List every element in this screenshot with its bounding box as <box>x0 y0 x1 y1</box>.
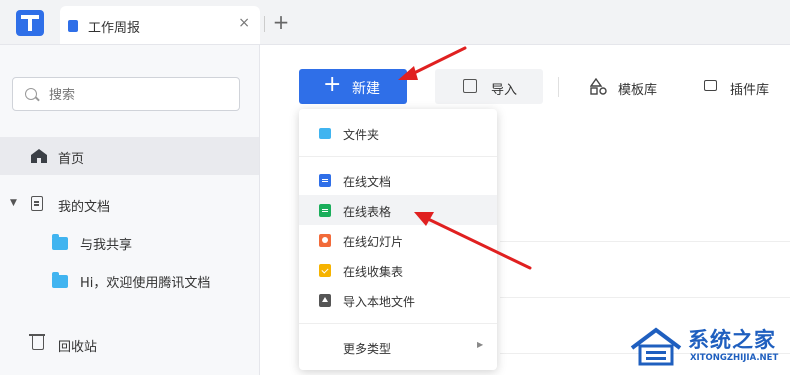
import-button[interactable]: 导入 <box>435 69 543 104</box>
menu-item-label: 在线表格 <box>343 205 392 219</box>
watermark-title: 系统之家 <box>688 328 776 352</box>
plugin-library-label: 插件库 <box>730 83 770 98</box>
plugin-library-button[interactable]: 插件库 <box>700 69 790 104</box>
import-button-label: 导入 <box>491 83 518 98</box>
sidebar-item-trash[interactable]: 回收站 <box>0 325 259 363</box>
doc-icon <box>319 174 331 187</box>
form-icon <box>319 264 331 277</box>
sidebar-item-welcome-folder[interactable]: Hi，欢迎使用腾讯文档 <box>0 261 259 299</box>
house-logo-icon <box>630 327 682 366</box>
new-button[interactable]: + 新建 <box>299 69 407 104</box>
trash-icon <box>29 334 45 350</box>
menu-item-label: 更多类型 <box>343 342 392 356</box>
search-box[interactable] <box>12 77 240 111</box>
document-icon <box>68 20 78 32</box>
app-logo-icon[interactable] <box>16 10 44 36</box>
plugin-icon <box>704 80 717 91</box>
search-input[interactable] <box>47 86 227 103</box>
site-watermark: 系统之家 XITONGZHIJIA.NET <box>628 322 788 372</box>
list-divider <box>500 241 790 242</box>
menu-item-label: 在线文档 <box>343 175 392 189</box>
new-menu-dropdown: 文件夹 在线文档 在线表格 在线幻灯片 在线收集表 导入本地文件 更多类型 ▶ <box>299 109 497 370</box>
menu-item-label: 在线收集表 <box>343 265 404 279</box>
menu-item-label: 在线幻灯片 <box>343 235 404 249</box>
menu-item-online-slides[interactable]: 在线幻灯片 <box>299 225 497 255</box>
slides-icon <box>319 234 331 247</box>
menu-item-folder[interactable]: 文件夹 <box>299 118 497 148</box>
menu-item-online-doc[interactable]: 在线文档 <box>299 165 497 195</box>
folder-icon <box>319 128 331 139</box>
template-library-label: 模板库 <box>618 83 658 98</box>
chevron-right-icon: ▶ <box>477 340 484 349</box>
tab-title: 工作周报 <box>88 21 141 36</box>
menu-item-more-types[interactable]: 更多类型 ▶ <box>299 332 497 362</box>
new-tab-button[interactable]: + <box>270 10 292 34</box>
sidebar-item-home[interactable]: 首页 <box>0 137 259 175</box>
sidebar-item-shared[interactable]: 与我共享 <box>0 223 259 261</box>
menu-item-label: 导入本地文件 <box>343 295 416 309</box>
sidebar-item-my-docs[interactable]: ▼ 我的文档 <box>0 185 259 223</box>
tab-divider <box>264 16 265 32</box>
tab-work-weekly[interactable]: 工作周报 × <box>60 6 260 44</box>
menu-item-online-form[interactable]: 在线收集表 <box>299 255 497 285</box>
toolbar-divider <box>558 77 559 97</box>
sidebar-item-label: 与我共享 <box>80 238 133 253</box>
menu-item-import-local[interactable]: 导入本地文件 <box>299 285 497 315</box>
shared-folder-icon <box>52 234 68 250</box>
sidebar-item-label: 我的文档 <box>58 200 111 215</box>
list-divider <box>500 297 790 298</box>
document-outline-icon <box>31 196 43 211</box>
menu-item-online-sheet[interactable]: 在线表格 <box>299 195 497 225</box>
watermark-subtitle: XITONGZHIJIA.NET <box>690 353 779 363</box>
menu-divider <box>299 323 497 324</box>
folder-icon <box>52 272 68 288</box>
sidebar: 首页 ▼ 我的文档 与我共享 Hi，欢迎使用腾讯文档 回收站 <box>0 45 260 375</box>
menu-divider <box>299 156 497 157</box>
import-icon <box>463 79 477 93</box>
home-icon <box>31 149 47 163</box>
sidebar-item-label: 首页 <box>58 152 85 167</box>
shapes-icon <box>590 78 607 95</box>
menu-item-label: 文件夹 <box>343 128 380 142</box>
tab-bar: 工作周报 × + <box>0 0 790 45</box>
search-icon <box>25 88 37 100</box>
caret-down-icon[interactable]: ▼ <box>10 198 17 208</box>
sidebar-item-label: 回收站 <box>58 340 98 355</box>
sidebar-item-label: Hi，欢迎使用腾讯文档 <box>80 276 211 291</box>
close-icon[interactable]: × <box>238 15 250 31</box>
upload-icon <box>319 294 331 307</box>
new-button-label: 新建 <box>352 81 380 97</box>
template-library-button[interactable]: 模板库 <box>590 69 690 104</box>
sheet-icon <box>319 204 331 217</box>
plus-icon: + <box>323 72 342 97</box>
